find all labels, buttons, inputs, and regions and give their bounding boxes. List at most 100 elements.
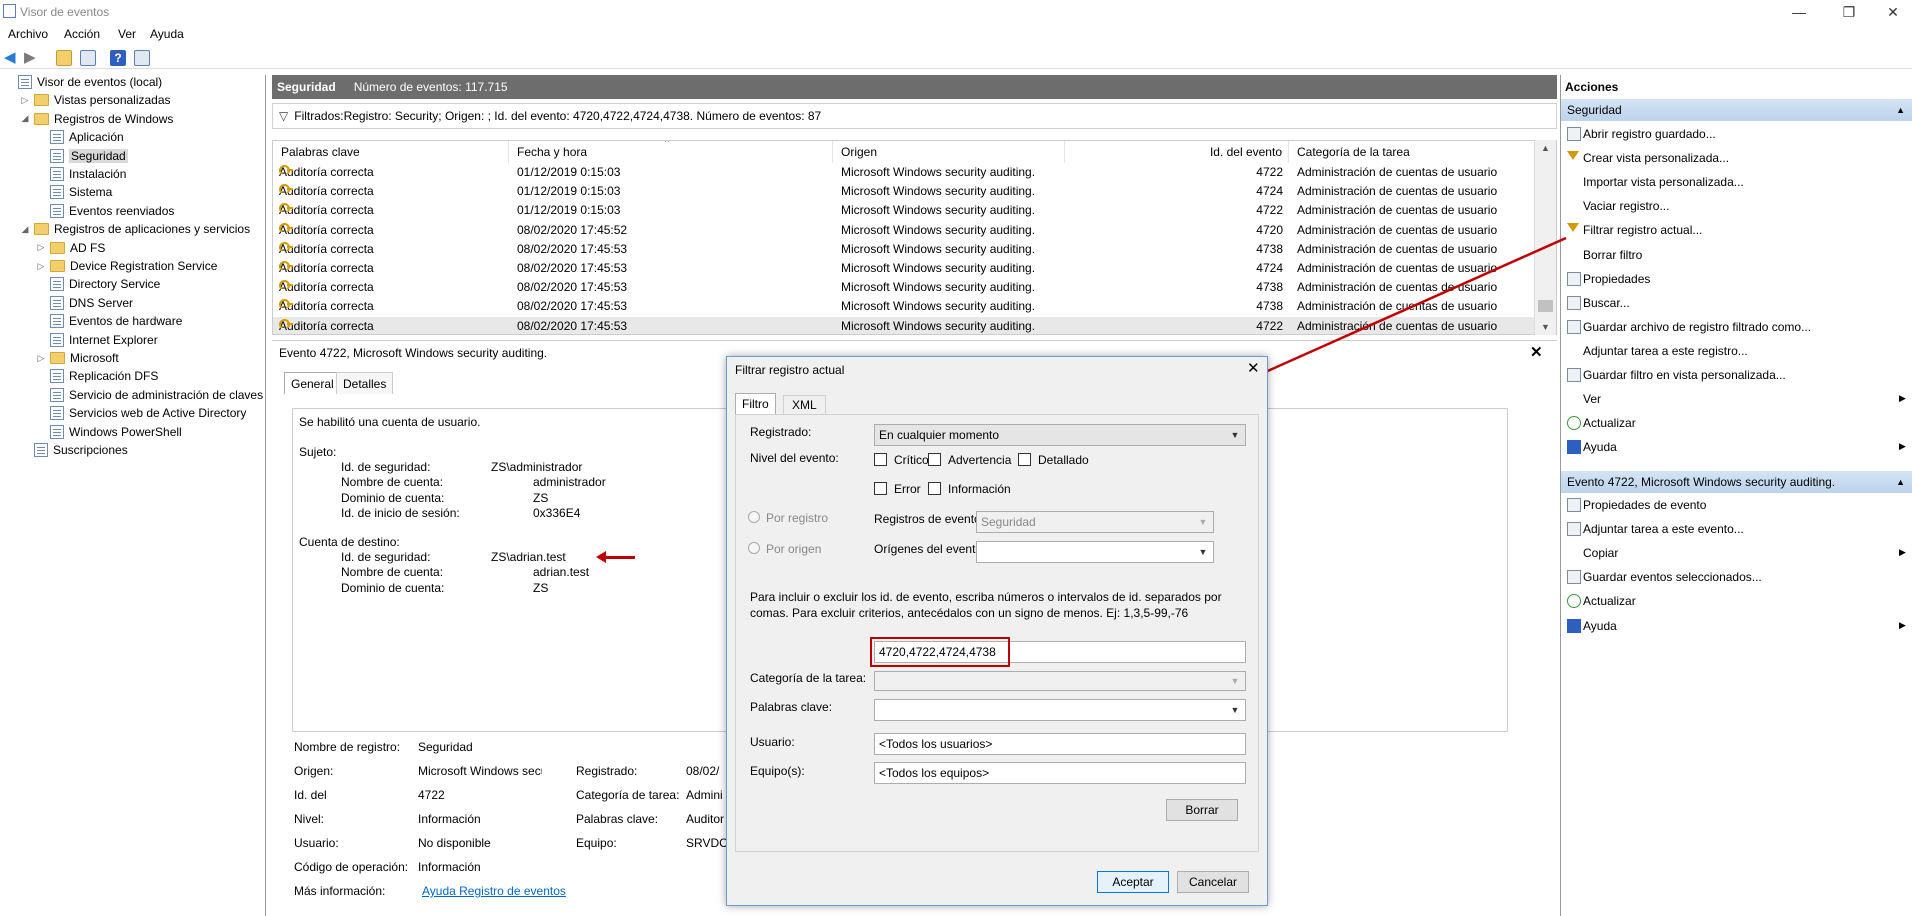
chevron-down-icon[interactable]: ◢ <box>20 113 30 124</box>
console-tree-icon[interactable] <box>80 50 96 66</box>
action-item[interactable]: Ver <box>1583 389 1601 409</box>
col-header-keywords[interactable]: Palabras clave <box>273 141 509 163</box>
checkbox-error[interactable] <box>874 482 887 495</box>
scroll-up-icon[interactable]: ▲ <box>1535 140 1556 156</box>
tree-item[interactable]: Directory Service <box>36 275 160 293</box>
tab-general[interactable]: General <box>284 372 341 394</box>
dialog-tab-xml[interactable]: XML <box>783 395 826 415</box>
more-info-link[interactable]: Ayuda Registro de eventos <box>422 884 582 898</box>
col-header-event-id[interactable]: Id. del evento <box>1065 141 1289 163</box>
checkbox-information[interactable] <box>928 482 941 495</box>
action-item[interactable]: Propiedades <box>1583 269 1650 289</box>
tree-item[interactable]: DNS Server <box>36 294 133 312</box>
action-item[interactable]: Buscar... <box>1583 293 1630 313</box>
maximize-button[interactable]: ❐ <box>1834 2 1864 22</box>
chevron-down-icon[interactable]: ◢ <box>20 224 30 235</box>
user-input[interactable]: <Todos los usuarios> <box>874 733 1246 755</box>
cancel-button[interactable]: Cancelar <box>1177 871 1249 893</box>
prop-label: Nombre de registro: <box>294 740 401 754</box>
action-item[interactable]: Ayuda <box>1583 437 1617 457</box>
task-category-dropdown[interactable]: ▼ <box>874 671 1246 691</box>
col-header-task-category[interactable]: Categoría de la tarea <box>1289 141 1535 163</box>
action-item[interactable]: Abrir registro guardado... <box>1583 124 1716 144</box>
actions-section-event[interactable]: Evento 4722, Microsoft Windows security … <box>1561 471 1912 493</box>
action-item[interactable]: Ayuda <box>1583 616 1617 636</box>
cell-text: 08/02/2020 17:45:53 <box>517 318 628 333</box>
computer-input[interactable]: <Todos los equipos> <box>874 762 1246 784</box>
action-item[interactable]: Guardar filtro en vista personalizada... <box>1583 365 1786 385</box>
action-item[interactable]: Actualizar <box>1583 413 1636 433</box>
action-item[interactable]: Guardar eventos seleccionados... <box>1583 567 1762 587</box>
action-item[interactable]: Filtrar registro actual... <box>1583 220 1702 240</box>
chevron-right-icon[interactable]: ▷ <box>20 95 30 106</box>
action-pane-icon[interactable] <box>134 50 150 66</box>
tree-item[interactable]: Seguridad <box>36 147 128 165</box>
action-item[interactable]: Copiar <box>1583 543 1618 563</box>
table-row[interactable]: Auditoría correcta 01/12/2019 0:15:03 Micr… <box>273 163 1535 182</box>
action-item[interactable]: Adjuntar tarea a este evento... <box>1583 519 1744 539</box>
action-item[interactable]: Importar vista personalizada... <box>1583 172 1744 192</box>
tree-item[interactable]: Instalación <box>36 165 126 183</box>
tree-item[interactable]: Suscripciones <box>20 441 128 459</box>
tree-item[interactable]: ▷ Microsoft <box>36 349 119 367</box>
tree-item[interactable]: Visor de eventos (local) <box>4 75 162 91</box>
tree-item[interactable]: Aplicación <box>36 128 124 146</box>
action-item[interactable]: Propiedades de evento <box>1583 495 1706 515</box>
tree-item[interactable]: Sistema <box>36 183 112 201</box>
cell-text: 08/02/2020 17:45:53 <box>517 299 628 314</box>
chevron-right-icon[interactable]: ▷ <box>36 353 46 364</box>
menu-archivo[interactable]: Archivo <box>8 27 48 41</box>
menu-ver[interactable]: Ver <box>118 27 136 41</box>
minimize-button[interactable]: — <box>1784 2 1814 22</box>
actions-section-log[interactable]: Seguridad ▲ <box>1561 99 1912 121</box>
checkbox-warning[interactable] <box>928 453 941 466</box>
tree-item[interactable]: ▷ Vistas personalizadas <box>20 91 171 109</box>
clear-button[interactable]: Borrar <box>1166 799 1238 821</box>
keywords-dropdown[interactable]: ▼ <box>874 699 1246 721</box>
radio-by-source[interactable] <box>748 542 760 554</box>
action-item[interactable]: Adjuntar tarea a este registro... <box>1583 341 1748 361</box>
back-arrow-icon[interactable]: ◀ <box>4 50 20 66</box>
tree-item[interactable]: Eventos de hardware <box>36 312 182 330</box>
checkbox-verbose[interactable] <box>1018 453 1031 466</box>
tree-item[interactable]: ◢ Registros de Windows <box>20 110 174 128</box>
ok-button[interactable]: Aceptar <box>1097 871 1169 893</box>
forward-arrow-icon[interactable]: ▶ <box>24 50 40 66</box>
table-row[interactable]: Auditoría correcta 01/12/2019 0:15:03 Micr… <box>273 182 1535 201</box>
tree-item[interactable]: Internet Explorer <box>36 331 158 349</box>
tree-item[interactable]: Servicios web de Active Directory <box>36 404 246 422</box>
dialog-tab-filter[interactable]: Filtro <box>735 393 776 415</box>
tree-item[interactable]: Windows PowerShell <box>36 423 182 441</box>
table-row[interactable]: Auditoría correcta 01/12/2019 0:15:03 Micr… <box>273 201 1535 220</box>
logged-dropdown[interactable]: En cualquier momento ▼ <box>874 424 1246 446</box>
tree-item[interactable]: Eventos reenviados <box>36 202 174 220</box>
col-header-date[interactable]: Fecha y hora <box>509 141 833 163</box>
tree-item[interactable]: ◢ Registros de aplicaciones y servicios <box>20 220 251 238</box>
tree-item-label: Registros de aplicaciones y servicios <box>54 222 251 237</box>
action-item[interactable]: Vaciar registro... <box>1583 196 1669 216</box>
menu-accion[interactable]: Acción <box>64 27 100 41</box>
tree-item[interactable]: Servicio de administración de claves <box>36 386 263 404</box>
open-folder-icon[interactable] <box>56 50 72 66</box>
action-item[interactable]: Actualizar <box>1583 591 1636 611</box>
help-icon[interactable]: ? <box>110 50 126 66</box>
tree-item[interactable]: Replicación DFS <box>36 367 158 385</box>
col-header-source[interactable]: Origen <box>833 141 1065 163</box>
checkbox-critical[interactable] <box>874 453 887 466</box>
event-logs-dropdown[interactable]: Seguridad ▼ <box>976 511 1214 533</box>
key-icon <box>279 241 293 251</box>
tree-item[interactable]: ▷ AD FS <box>36 239 106 257</box>
chevron-right-icon[interactable]: ▷ <box>36 261 46 272</box>
close-button[interactable]: ✕ <box>1878 2 1908 22</box>
radio-by-log[interactable] <box>748 511 760 523</box>
event-sources-dropdown[interactable]: ▼ <box>976 541 1214 563</box>
chevron-right-icon[interactable]: ▷ <box>36 242 46 253</box>
logged-value: En cualquier momento <box>879 428 1000 442</box>
tree-item[interactable]: ▷ Device Registration Service <box>36 257 218 275</box>
dialog-close-icon[interactable]: ✕ <box>1247 359 1260 377</box>
tab-details[interactable]: Detalles <box>336 372 394 394</box>
menu-ayuda[interactable]: Ayuda <box>150 27 184 41</box>
action-item[interactable]: Borrar filtro <box>1583 245 1642 265</box>
action-item[interactable]: Guardar archivo de registro filtrado com… <box>1583 317 1811 337</box>
action-item[interactable]: Crear vista personalizada... <box>1583 148 1729 168</box>
